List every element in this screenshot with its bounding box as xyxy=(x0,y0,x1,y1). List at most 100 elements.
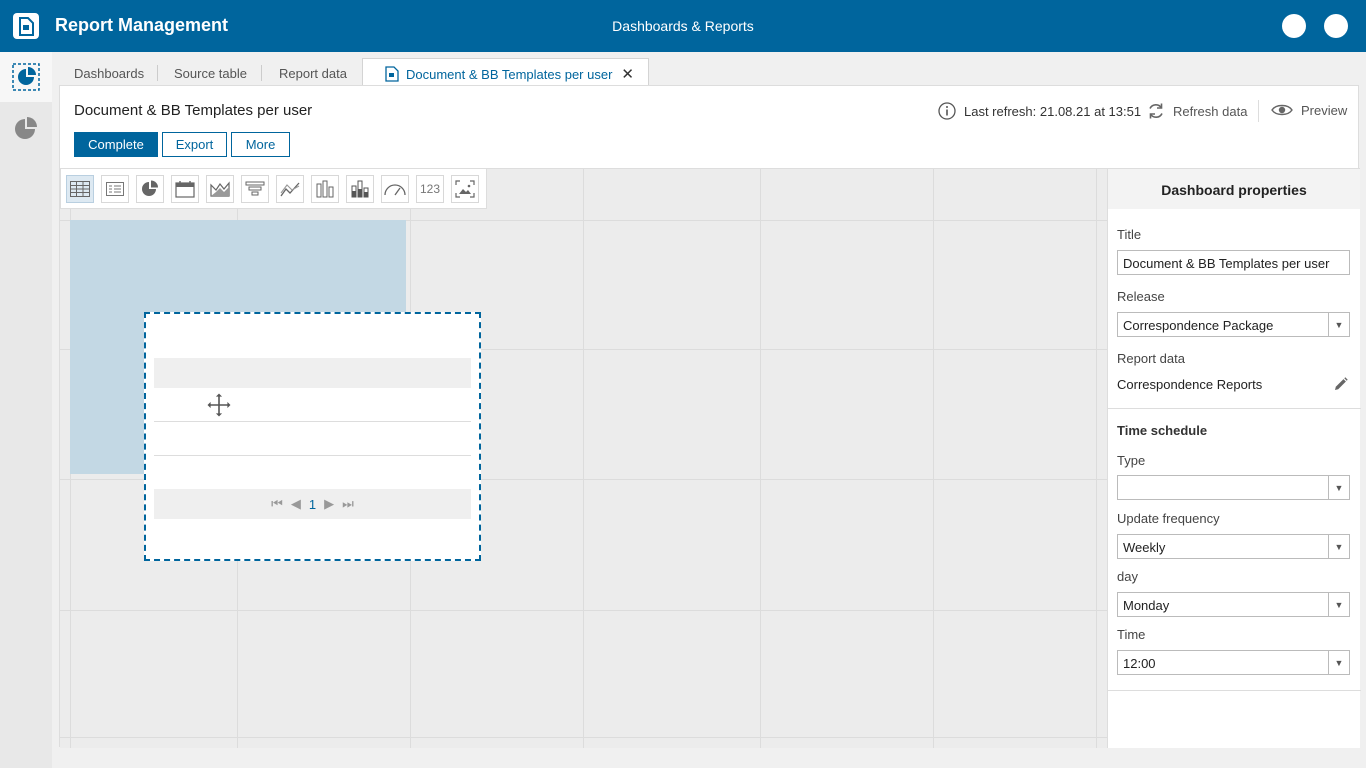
section-divider xyxy=(1108,408,1361,409)
calendar-widget-button[interactable] xyxy=(171,175,199,203)
type-label: Type xyxy=(1117,453,1146,468)
bar-widget-button[interactable] xyxy=(311,175,339,203)
table-widget-button[interactable] xyxy=(66,175,94,203)
chevron-down-icon[interactable]: ▼ xyxy=(1328,593,1349,616)
app-header: Report Management Dashboards & Reports xyxy=(0,0,1366,52)
prev-page-icon[interactable]: ◀ xyxy=(291,496,301,512)
header-divider xyxy=(1258,100,1259,122)
image-widget-button[interactable] xyxy=(451,175,479,203)
last-refresh: Last refresh: 21.08.21 at 13:51 xyxy=(938,102,1141,120)
table-row-divider xyxy=(154,421,471,422)
dashboard-editor: Document & BB Templates per user Complet… xyxy=(59,85,1361,748)
last-refresh-text: Last refresh: 21.08.21 at 13:51 xyxy=(964,103,1142,119)
update-frequency-label: Update frequency xyxy=(1117,511,1220,526)
eye-icon xyxy=(1271,104,1293,116)
release-label: Release xyxy=(1117,289,1165,304)
page-title: Document & BB Templates per user xyxy=(74,102,313,119)
grid-line xyxy=(933,169,934,748)
bar-chart-icon xyxy=(316,180,334,198)
time-select[interactable]: 12:00 ▼ xyxy=(1117,650,1350,675)
page-number[interactable]: 1 xyxy=(309,497,316,512)
widget-toolbox: 123 xyxy=(60,169,487,209)
complete-button[interactable]: Complete xyxy=(74,132,158,157)
tab-divider xyxy=(261,65,262,81)
section-title: Dashboards & Reports xyxy=(612,18,754,34)
gauge-widget-button[interactable] xyxy=(381,175,409,203)
calendar-icon xyxy=(175,181,195,198)
day-select[interactable]: Monday ▼ xyxy=(1117,592,1350,617)
refresh-icon xyxy=(1149,103,1163,119)
release-value: Correspondence Package xyxy=(1123,318,1274,333)
pie-widget-button[interactable] xyxy=(136,175,164,203)
image-icon xyxy=(455,180,475,198)
close-icon[interactable]: ✕ xyxy=(621,65,634,83)
tab-bar: Dashboards Source table Report data Docu… xyxy=(52,52,1366,86)
tab-document-templates[interactable]: Document & BB Templates per user ✕ xyxy=(362,58,649,86)
tab-divider xyxy=(157,65,158,81)
time-label: Time xyxy=(1117,627,1146,642)
grid-line xyxy=(1096,169,1097,748)
document-icon xyxy=(385,66,399,82)
chevron-down-icon[interactable]: ▼ xyxy=(1328,313,1349,336)
stacked-bar-icon xyxy=(351,180,369,198)
day-label: day xyxy=(1117,569,1138,584)
move-cursor-icon xyxy=(206,392,232,418)
tab-report-data[interactable]: Report data xyxy=(279,58,347,86)
dashboard-icon xyxy=(12,63,40,91)
title-input[interactable]: Document & BB Templates per user xyxy=(1117,250,1350,275)
stacked-bar-widget-button[interactable] xyxy=(346,175,374,203)
grid-line xyxy=(583,169,584,748)
chevron-down-icon[interactable]: ▼ xyxy=(1328,535,1349,558)
release-select[interactable]: Correspondence Package ▼ xyxy=(1117,312,1350,337)
dashboard-canvas[interactable]: 123 ⏮ ◀ 1 ▶ ⏭ xyxy=(60,168,1107,748)
type-select[interactable]: ▼ xyxy=(1117,475,1350,500)
title-label: Title xyxy=(1117,227,1142,242)
report-data-label: Report data xyxy=(1117,351,1185,366)
card-list-widget-button[interactable] xyxy=(101,175,129,203)
first-page-icon[interactable]: ⏮ xyxy=(271,496,283,512)
section-divider xyxy=(1108,690,1361,691)
table-row-divider xyxy=(154,455,471,456)
table-pager: ⏮ ◀ 1 ▶ ⏭ xyxy=(154,489,471,519)
area-chart-icon xyxy=(210,181,230,197)
line-chart-icon xyxy=(280,182,300,197)
time-value: 12:00 xyxy=(1123,656,1156,671)
gauge-icon xyxy=(384,184,406,196)
preview-button[interactable]: Preview xyxy=(1271,102,1347,118)
chevron-down-icon[interactable]: ▼ xyxy=(1328,651,1349,674)
nav-dashboards[interactable] xyxy=(0,52,52,102)
number-icon: 123 xyxy=(419,182,441,196)
next-page-icon[interactable]: ▶ xyxy=(324,496,334,512)
day-value: Monday xyxy=(1123,598,1170,613)
notifications-button[interactable] xyxy=(1282,14,1306,38)
grid-line xyxy=(60,610,1107,611)
tab-source-table[interactable]: Source table xyxy=(174,58,247,86)
area-widget-button[interactable] xyxy=(206,175,234,203)
funnel-icon xyxy=(245,181,265,196)
grid-line xyxy=(760,169,761,748)
table-widget-dragging[interactable]: ⏮ ◀ 1 ▶ ⏭ xyxy=(144,312,481,561)
refresh-data-label: Refresh data xyxy=(1173,103,1248,119)
pie-chart-icon xyxy=(142,180,158,196)
update-frequency-select[interactable]: Weekly ▼ xyxy=(1117,534,1350,559)
dashboard-properties-panel: Dashboard properties Title Document & BB… xyxy=(1107,168,1361,748)
export-button[interactable]: Export xyxy=(162,132,227,157)
grid-line xyxy=(60,737,1107,738)
card-list-icon xyxy=(106,182,124,196)
edit-icon[interactable] xyxy=(1334,377,1348,391)
last-page-icon[interactable]: ⏭ xyxy=(342,496,354,512)
line-widget-button[interactable] xyxy=(276,175,304,203)
preview-label: Preview xyxy=(1301,102,1348,118)
chevron-down-icon[interactable]: ▼ xyxy=(1328,476,1349,499)
update-frequency-value: Weekly xyxy=(1123,540,1166,555)
number-widget-button[interactable]: 123 xyxy=(416,175,444,203)
table-header-row xyxy=(154,358,471,388)
user-avatar[interactable] xyxy=(1324,14,1348,38)
more-button[interactable]: More xyxy=(231,132,290,157)
table-icon xyxy=(70,181,90,197)
left-navigation xyxy=(0,52,52,768)
tab-dashboards[interactable]: Dashboards xyxy=(74,58,144,86)
funnel-widget-button[interactable] xyxy=(241,175,269,203)
refresh-data-button[interactable]: Refresh data xyxy=(1147,102,1247,120)
nav-reports[interactable] xyxy=(0,104,52,154)
